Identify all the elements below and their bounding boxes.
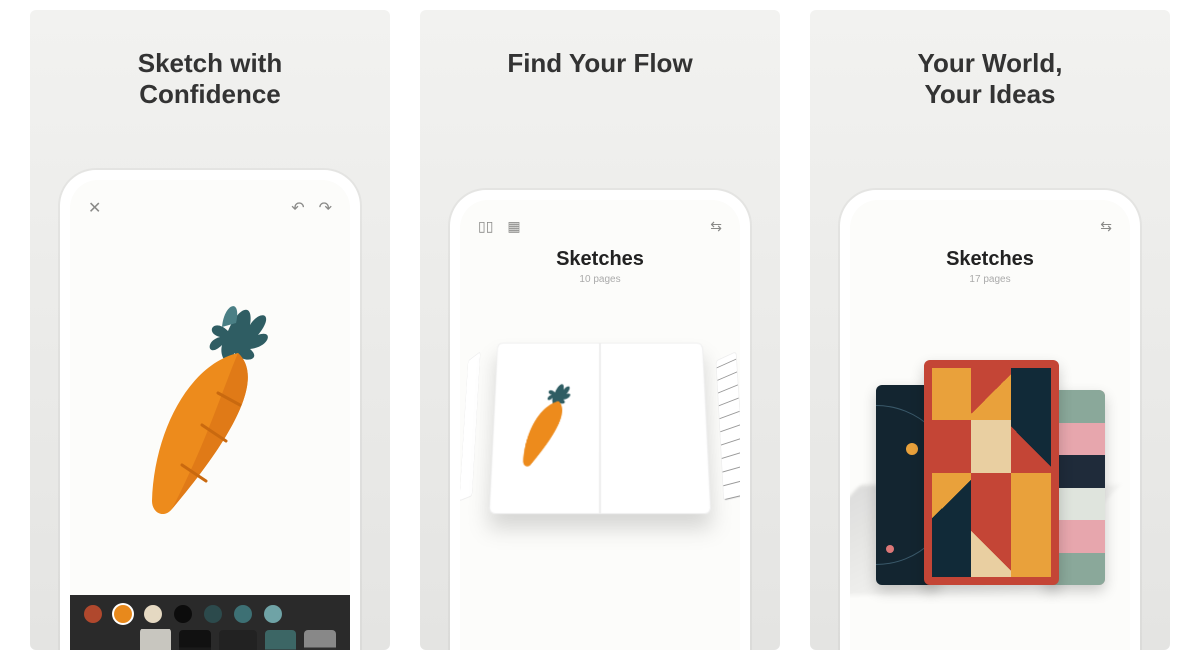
headline: Your World, Your Ideas — [918, 48, 1063, 110]
swatch-1[interactable] — [84, 605, 102, 623]
phone-mockup: ✕ ↶ ↷ — [60, 170, 360, 650]
marker-tool[interactable] — [219, 630, 257, 650]
carrot-illustration — [110, 283, 310, 543]
swatch-7[interactable] — [264, 605, 282, 623]
library-title: Sketches — [850, 248, 1130, 271]
promo-panel-world: Your World, Your Ideas ⇆ Sketches 17 pag… — [810, 10, 1170, 650]
highlighter-tool[interactable] — [304, 630, 336, 650]
open-book[interactable] — [480, 343, 720, 514]
swatch-2[interactable] — [114, 605, 132, 623]
headline: Find Your Flow — [507, 48, 692, 79]
grid-view-icon[interactable]: ▦ — [507, 218, 520, 235]
color-swatches — [84, 605, 336, 623]
book-page-left — [489, 343, 600, 514]
app-screen-journals: ⇆ Sketches 17 pages — [850, 200, 1130, 650]
canvas-drawing[interactable] — [70, 230, 350, 595]
promo-panel-sketch: Sketch with Confidence ✕ ↶ ↷ — [30, 10, 390, 650]
settings-icon[interactable]: ⇆ — [1100, 218, 1112, 235]
journal-geometric[interactable] — [924, 360, 1059, 585]
tool-tray — [70, 595, 350, 650]
phone-mockup: ▯▯ ▦ ⇆ Sketches 10 pages — [450, 190, 750, 650]
page-carousel[interactable] — [460, 310, 740, 540]
settings-icon[interactable]: ⇆ — [710, 218, 722, 235]
book-view-icon[interactable]: ▯▯ — [478, 218, 493, 235]
canvas-topbar: ✕ ↶ ↷ — [88, 198, 332, 218]
pencil-tool[interactable] — [179, 630, 211, 650]
app-screen-pages: ▯▯ ▦ ⇆ Sketches 10 pages — [460, 200, 740, 650]
fountain-pen-tool[interactable] — [140, 629, 172, 650]
carrot-illustration-small — [503, 374, 589, 479]
prev-page-thumb[interactable] — [460, 351, 481, 501]
library-subtitle: 17 pages — [850, 274, 1130, 285]
swatch-5[interactable] — [204, 605, 222, 623]
brush-tool[interactable] — [265, 630, 297, 650]
promo-panel-flow: Find Your Flow ▯▯ ▦ ⇆ Sketches 10 pages — [420, 10, 780, 650]
app-screen-canvas: ✕ ↶ ↷ — [70, 180, 350, 650]
tool-row — [84, 629, 336, 650]
redo-icon[interactable]: ↷ — [319, 198, 332, 218]
book-page-right — [600, 343, 711, 514]
library-topbar: ▯▯ ▦ ⇆ — [478, 218, 722, 235]
library-subtitle: 10 pages — [460, 274, 740, 285]
swatch-6[interactable] — [234, 605, 252, 623]
headline: Sketch with Confidence — [138, 48, 282, 110]
library-topbar: ⇆ — [868, 218, 1112, 235]
close-icon[interactable]: ✕ — [88, 198, 101, 218]
phone-mockup: ⇆ Sketches 17 pages — [840, 190, 1140, 650]
next-page-thumb[interactable] — [716, 351, 740, 501]
undo-icon[interactable]: ↶ — [291, 198, 304, 218]
swatch-4[interactable] — [174, 605, 192, 623]
journal-carousel[interactable] — [850, 305, 1130, 585]
swatch-3[interactable] — [144, 605, 162, 623]
library-title: Sketches — [460, 248, 740, 271]
